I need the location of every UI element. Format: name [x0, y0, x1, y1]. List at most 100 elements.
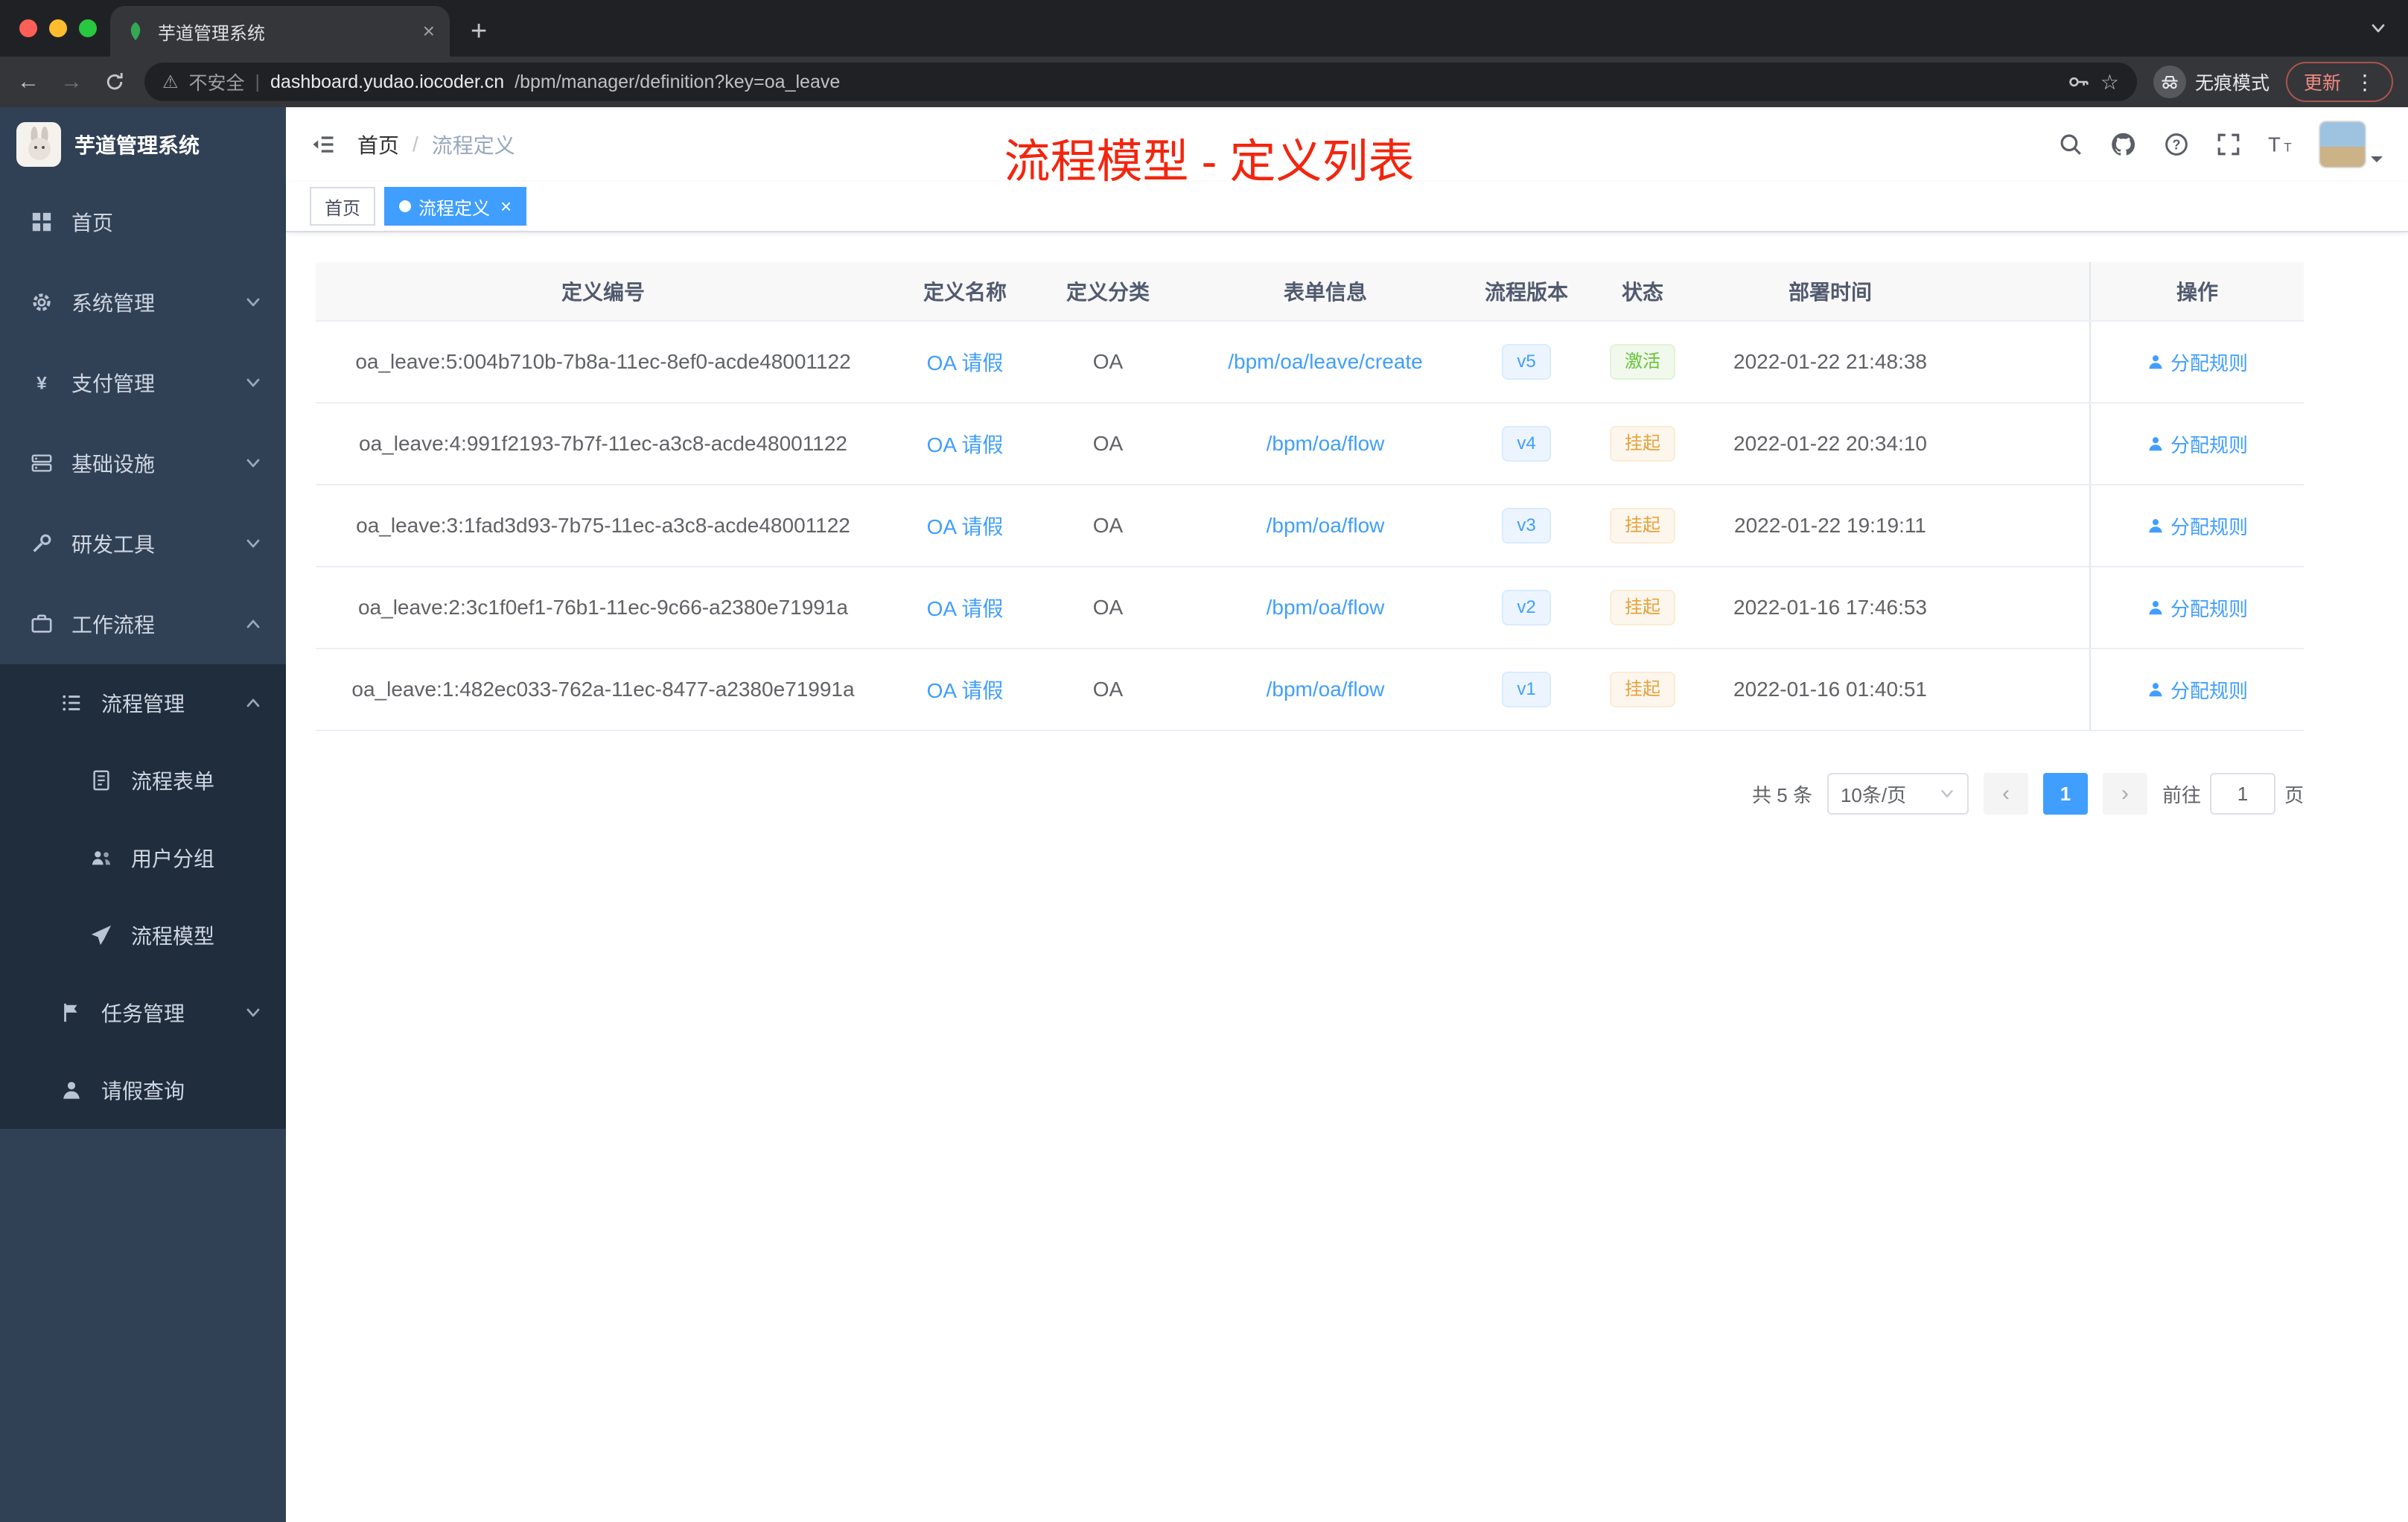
chevron-down-icon [244, 454, 262, 472]
definition-id: oa_leave:4:991f2193-7b7f-11ec-a3c8-acde4… [359, 432, 847, 455]
sidebar-item-home[interactable]: 首页 [0, 182, 286, 262]
chevron-down-icon [244, 1004, 262, 1022]
tag-home[interactable]: 首页 [310, 187, 375, 226]
search-icon[interactable] [2058, 132, 2083, 157]
definition-name-link[interactable]: OA 请假 [927, 347, 1004, 377]
assign-rule-link[interactable]: 分配规则 [2147, 512, 2248, 540]
tag-close-icon[interactable]: × [500, 195, 512, 218]
sidebar-item-task-management[interactable]: 任务管理 [0, 974, 286, 1051]
tab-close-icon[interactable]: × [423, 19, 435, 43]
form-info-link[interactable]: /bpm/oa/flow [1267, 514, 1385, 538]
tags-view-bar: 首页 流程定义 × [286, 182, 2408, 232]
status-badge: 激活 [1610, 344, 1675, 380]
status-badge: 挂起 [1610, 426, 1675, 462]
next-page-button[interactable]: › [2102, 773, 2147, 815]
row-filler [1954, 485, 2089, 566]
bookmark-star-icon[interactable]: ☆ [2100, 70, 2119, 95]
deploy-time: 2022-01-16 17:46:53 [1733, 596, 1927, 619]
forward-icon[interactable]: → [58, 69, 85, 95]
brand-title: 芋道管理系统 [74, 134, 200, 157]
definition-name-link[interactable]: OA 请假 [927, 429, 1004, 459]
sidebar-collapse-icon[interactable] [310, 131, 337, 158]
deploy-time: 2022-01-16 01:40:51 [1733, 678, 1927, 701]
sidebar-item-label: 任务管理 [101, 1002, 185, 1025]
sidebar-item-system-management[interactable]: 系统管理 [0, 262, 286, 343]
page-size-select[interactable]: 10条/页 [1826, 773, 1969, 815]
status-badge: 挂起 [1610, 672, 1675, 707]
sidebar-item-label: 首页 [71, 211, 114, 235]
assign-rule-link[interactable]: 分配规则 [2147, 676, 2248, 704]
breadcrumb-home[interactable]: 首页 [357, 130, 399, 159]
security-warning-icon: ⚠ [162, 71, 179, 92]
tab-search-icon[interactable] [2369, 19, 2387, 37]
password-key-icon[interactable] [2068, 71, 2090, 93]
sidebar-item-infrastructure[interactable]: 基础设施 [0, 423, 286, 503]
version-badge: v2 [1502, 590, 1551, 625]
breadcrumb-current: 流程定义 [431, 134, 515, 157]
user-avatar-menu[interactable] [2320, 122, 2384, 167]
column-filler [1954, 262, 2089, 320]
page-number-button[interactable]: 1 [2042, 773, 2088, 815]
sidebar-item-label: 研发工具 [71, 533, 156, 556]
address-bar[interactable]: ⚠ 不安全 | dashboard.yudao.iocoder.cn /bpm/… [144, 63, 2137, 101]
pagination: 共 5 条 10条/页 ‹ 1 › 前往 页 [316, 773, 2304, 815]
form-info-link[interactable]: /bpm/oa/flow [1267, 432, 1385, 456]
new-tab-button[interactable]: + [471, 16, 487, 48]
definition-name-link[interactable]: OA 请假 [927, 593, 1004, 623]
goto-page-input[interactable] [2209, 773, 2275, 815]
assign-rule-link[interactable]: 分配规则 [2147, 594, 2248, 622]
browser-update-button[interactable]: 更新 ⋮ [2285, 62, 2393, 102]
chevron-up-icon [244, 615, 262, 633]
form-info-link[interactable]: /bpm/oa/flow [1267, 678, 1385, 701]
sidebar-item-label: 系统管理 [71, 292, 156, 315]
sidebar-item-payment-management[interactable]: 支付管理 [0, 343, 286, 423]
fullscreen-icon[interactable] [2216, 132, 2241, 157]
browser-menu-icon[interactable]: ⋮ [2354, 70, 2375, 95]
sidebar-item-process-form[interactable]: 流程表单 [0, 742, 286, 819]
sidebar-item-process-management[interactable]: 流程管理 [0, 664, 286, 742]
avatar[interactable] [2320, 122, 2365, 167]
incognito-badge: 无痕模式 [2153, 66, 2270, 98]
user-icon [60, 1079, 83, 1101]
list-icon [60, 692, 83, 714]
page-content: 定义编号 定义名称 定义分类 表单信息 流程版本 状态 部署时间 操作 oa_l… [286, 232, 2408, 1522]
form-info-link[interactable]: /bpm/oa/leave/create [1228, 350, 1423, 374]
close-window-button[interactable] [19, 19, 37, 37]
security-label[interactable]: 不安全 [189, 69, 245, 95]
reload-icon[interactable] [101, 71, 128, 93]
definition-id: oa_leave:5:004b710b-7b8a-11ec-8ef0-acde4… [355, 350, 851, 373]
zoom-window-button[interactable] [79, 19, 97, 37]
update-label: 更新 [2303, 73, 2341, 94]
column-header: 定义分类 [1066, 281, 1150, 304]
minimize-window-button[interactable] [49, 19, 67, 37]
sidebar-item-dev-tools[interactable]: 研发工具 [0, 503, 286, 584]
back-icon[interactable]: ← [15, 69, 42, 95]
definition-category: OA [1092, 596, 1124, 619]
column-header: 部署时间 [1788, 281, 1872, 304]
browser-tab[interactable]: 芋道管理系统 × [110, 6, 450, 57]
table-row: oa_leave:4:991f2193-7b7f-11ec-a3c8-acde4… [316, 404, 2304, 485]
definition-name-link[interactable]: OA 请假 [927, 511, 1004, 541]
sidebar-item-process-model[interactable]: 流程模型 [0, 897, 286, 974]
assign-rule-link[interactable]: 分配规则 [2147, 430, 2248, 458]
font-size-icon[interactable] [2268, 132, 2293, 157]
sidebar-item-leave-query[interactable]: 请假查询 [0, 1051, 286, 1129]
definition-name-link[interactable]: OA 请假 [927, 675, 1004, 704]
prev-page-button[interactable]: ‹ [1983, 773, 2028, 815]
favicon-leaf-icon [125, 21, 146, 42]
help-icon[interactable] [2164, 132, 2189, 157]
row-filler [1954, 567, 2089, 648]
sidebar-item-workflow[interactable]: 工作流程 [0, 584, 286, 664]
user-icon [2147, 517, 2165, 535]
chevron-down-icon [244, 293, 262, 311]
yen-icon [30, 372, 54, 394]
form-info-link[interactable]: /bpm/oa/flow [1267, 596, 1385, 620]
column-header: 定义名称 [923, 281, 1007, 304]
github-icon[interactable] [2110, 131, 2137, 158]
deploy-time: 2022-01-22 20:34:10 [1733, 432, 1927, 455]
assign-rule-link[interactable]: 分配规则 [2147, 348, 2248, 376]
tag-process-definition[interactable]: 流程定义 × [384, 187, 527, 226]
column-header: 流程版本 [1484, 281, 1568, 304]
sidebar-item-user-group[interactable]: 用户分组 [0, 819, 286, 897]
chevron-up-icon [244, 694, 262, 712]
